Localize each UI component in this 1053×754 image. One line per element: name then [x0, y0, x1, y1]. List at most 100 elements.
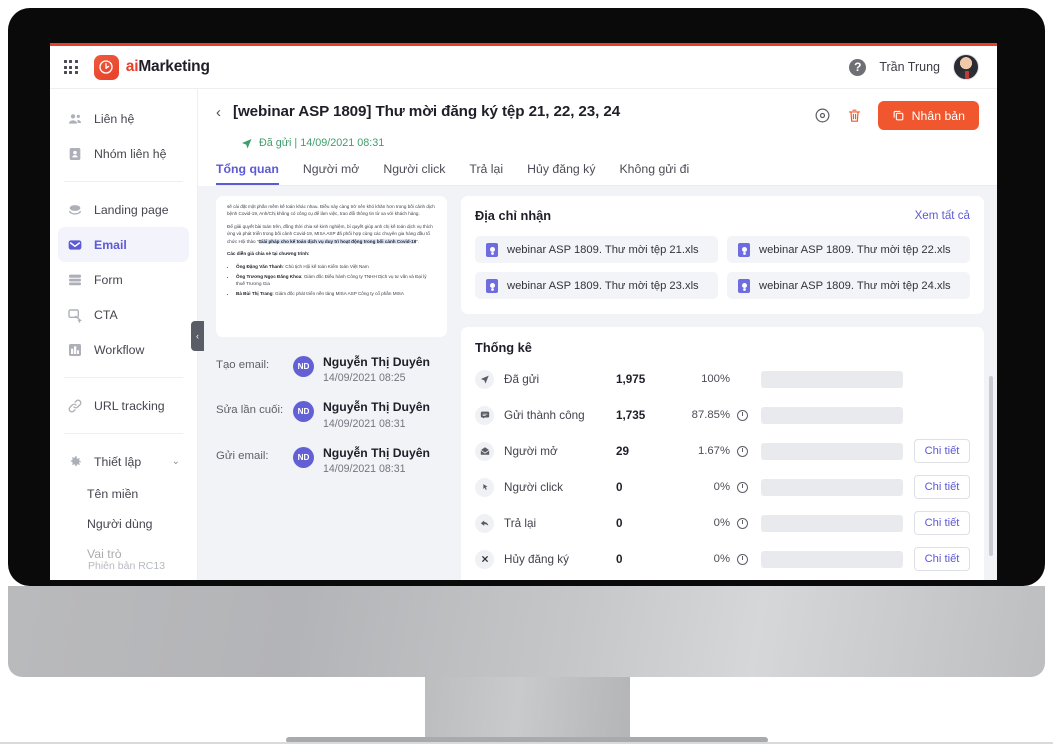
speaker-name: Ông Đặng Văn Thanh [236, 263, 283, 269]
meta-person: Nguyễn Thị Duyên 14/09/2021 08:31 [323, 446, 430, 475]
sidebar-subitem-ten-mien[interactable]: Tên miền [50, 479, 197, 509]
stat-value: 0 [616, 480, 623, 494]
sidebar-item-label: Nhóm liên hệ [94, 146, 167, 161]
progress-bar [761, 550, 903, 568]
info-icon[interactable] [737, 409, 748, 421]
trash-icon[interactable] [846, 107, 863, 124]
sidebar-item-label: Email [94, 237, 127, 252]
contact-file-icon [738, 242, 750, 257]
speaker-name: Bà Bùi Thị Trang [236, 290, 273, 296]
sidebar-item-form[interactable]: Form [58, 262, 189, 297]
sidebar-divider [64, 181, 183, 182]
stat-label: Người mở [504, 444, 558, 458]
detail-button[interactable]: Chi tiết [914, 439, 970, 463]
sidebar: Liên hệ Nhóm liên hệ Landing page Email … [50, 89, 204, 580]
list-item[interactable]: webinar ASP 1809. Thư mời tệp 24.xls [727, 272, 970, 299]
grid-apps-icon[interactable] [64, 60, 78, 74]
info-icon[interactable] [737, 445, 748, 457]
help-icon[interactable]: ? [849, 58, 867, 76]
back-button[interactable]: ‹ [216, 104, 221, 121]
preview-p2-c: ". [416, 238, 420, 244]
main-panel: ‹ [webinar ASP 1809] Thư mời đăng ký tệp… [198, 89, 997, 580]
sidebar-item-workflow[interactable]: Workflow [58, 332, 189, 367]
stat-percent: 0% [713, 517, 730, 529]
avatar[interactable] [953, 54, 979, 80]
preview-paragraph-2: Để giải quyết bài toán trên, đồng thời c… [227, 223, 436, 245]
sidebar-item-lien-he[interactable]: Liên hệ [58, 101, 189, 136]
stat-label: Trả lại [504, 516, 537, 530]
sidebar-collapse-toggle[interactable]: ‹ [191, 321, 204, 351]
tab-tra-lai[interactable]: Trả lại [469, 162, 503, 185]
table-row: Đã gửi 1,975 100% [475, 361, 970, 397]
right-column: Địa chỉ nhận Xem tất cả webinar ASP 1809… [461, 196, 984, 580]
user-name: Trần Trung [879, 60, 940, 74]
progress-bar [761, 370, 903, 388]
form-icon [67, 272, 83, 288]
contact-file-icon [486, 278, 498, 293]
meta-list: Tạo email: ND Nguyễn Thị Duyên 14/09/202… [216, 349, 447, 489]
landing-page-icon [67, 202, 83, 218]
info-icon[interactable] [737, 481, 748, 493]
sidebar-item-thiet-lap[interactable]: Thiết lập ⌄ [58, 444, 189, 479]
monitor-stand [425, 677, 630, 739]
stat-percent: 0% [713, 553, 730, 565]
tab-bar: Tổng quan Người mở Người click Trả lại H… [216, 162, 997, 186]
list-item[interactable]: webinar ASP 1809. Thư mời tệp 22.xls [727, 236, 970, 263]
sidebar-item-cta[interactable]: CTA [58, 297, 189, 332]
info-icon[interactable] [737, 553, 748, 565]
sidebar-item-url-tracking[interactable]: URL tracking [58, 388, 189, 423]
monitor-chin [8, 586, 1045, 677]
tab-khong-gui-di[interactable]: Không gửi đi [619, 162, 689, 185]
scrollbar-thumb[interactable] [989, 376, 993, 556]
chevron-down-icon: ⌄ [171, 456, 180, 467]
detail-button[interactable]: Chi tiết [914, 475, 970, 499]
tab-huy-dang-ky[interactable]: Hủy đăng ký [527, 162, 595, 185]
tab-tong-quan[interactable]: Tổng quan [216, 162, 279, 185]
avatar: ND [293, 401, 314, 423]
sidebar-subitem-nguoi-dung[interactable]: Người dùng [50, 509, 197, 539]
list-item: Ông Trương Ngọc Đăng Khoa: Giám đốc Điều… [236, 273, 436, 288]
brand-logo[interactable]: aiMarketing [93, 54, 210, 80]
list-item[interactable]: webinar ASP 1809. Thư mời tệp 21.xls [475, 236, 718, 263]
tab-nguoi-click[interactable]: Người click [383, 162, 445, 185]
contact-file-icon [486, 242, 498, 257]
speaker-desc: : Giám đốc phát triển nền tảng MISA ASP … [272, 290, 404, 296]
sidebar-item-email[interactable]: Email [58, 227, 189, 262]
recipients-title: Địa chỉ nhận [475, 208, 552, 223]
sidebar-item-label: Landing page [94, 202, 169, 217]
left-column: sẽ cài đặt một phần mềm kế toán khác nha… [216, 196, 447, 580]
sidebar-item-nhom-lien-he[interactable]: Nhóm liên hệ [58, 136, 189, 171]
detail-button[interactable]: Chi tiết [914, 511, 970, 535]
meta-name: Nguyễn Thị Duyên [323, 445, 430, 460]
workflow-icon [67, 342, 83, 358]
detail-button[interactable]: Chi tiết [914, 547, 970, 571]
meta-label: Sửa lần cuối: [216, 404, 284, 417]
stat-label: Người click [504, 480, 563, 494]
meta-row-created: Tạo email: ND Nguyễn Thị Duyên 14/09/202… [216, 353, 447, 398]
sent-paper-plane-icon [475, 369, 494, 389]
list-item[interactable]: webinar ASP 1809. Thư mời tệp 23.xls [475, 272, 718, 299]
view-all-link[interactable]: Xem tất cả [915, 209, 970, 222]
stat-value: 0 [616, 552, 623, 566]
stat-label: Gửi thành công [504, 408, 585, 422]
tab-nguoi-mo[interactable]: Người mở [303, 162, 359, 185]
preview-p2-highlight: Giải pháp cho kế toán dịch vụ duy trì ho… [258, 238, 417, 244]
meta-label: Gửi email: [216, 449, 269, 462]
preview-paragraph-3: Các diễn giả chia sẻ tại chương trình: [227, 250, 436, 257]
page-header: ‹ [webinar ASP 1809] Thư mời đăng ký tệp… [198, 89, 997, 149]
sidebar-item-landing-page[interactable]: Landing page [58, 192, 189, 227]
email-preview-card[interactable]: sẽ cài đặt một phần mềm kế toán khác nha… [216, 196, 447, 337]
sidebar-item-label: Workflow [94, 342, 145, 357]
eye-icon[interactable] [814, 107, 831, 124]
table-row: Trả lại 0 0% Chi tiết [475, 505, 970, 541]
contact-file-icon [738, 278, 750, 293]
stat-percent: 0% [713, 481, 730, 493]
meta-row-last-edited: Sửa lần cuối: ND Nguyễn Thị Duyên 14/09/… [216, 398, 447, 443]
duplicate-button[interactable]: Nhân bản [877, 101, 979, 130]
info-icon[interactable] [737, 517, 748, 529]
application-window: aiMarketing ? Trần Trung Liên hệ Nhóm li… [50, 43, 997, 580]
brand-name-rest: Marketing [138, 58, 210, 75]
avatar: ND [293, 446, 314, 468]
stat-value: 1,735 [616, 408, 646, 422]
table-row: Người mở 29 1.67% Chi tiết [475, 433, 970, 469]
